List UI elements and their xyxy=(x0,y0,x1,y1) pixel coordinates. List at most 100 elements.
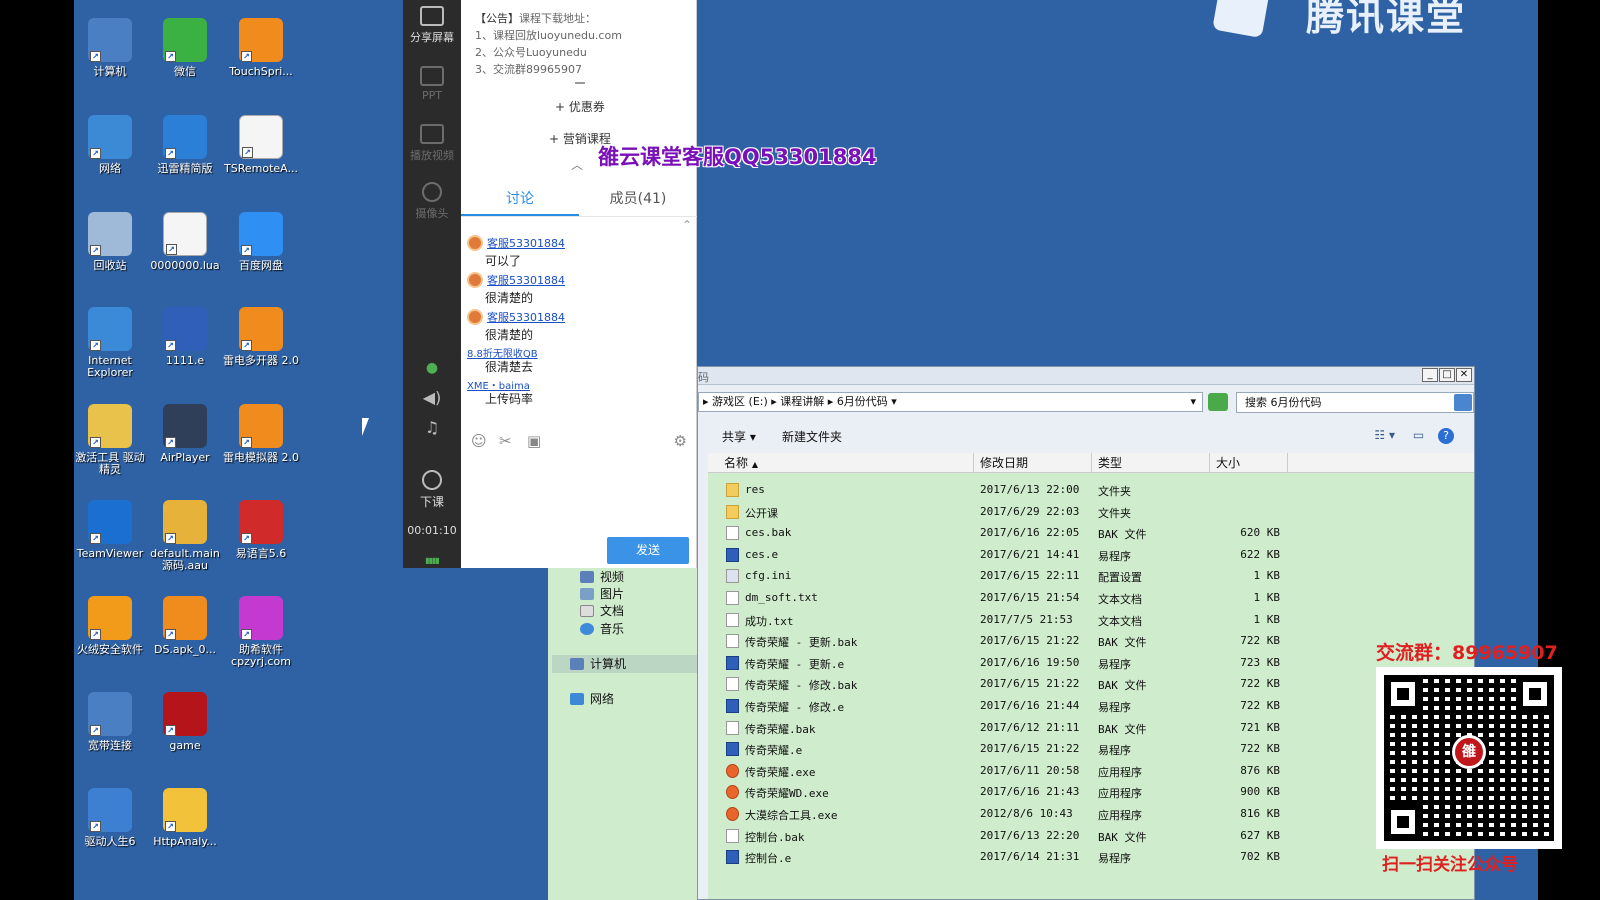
desktop-icon[interactable]: ↗ 驱动人生6 xyxy=(74,788,149,848)
end-class-button[interactable]: 下课 xyxy=(403,470,461,510)
desktop-icon-label: DS.apk_0... xyxy=(153,643,217,656)
file-row[interactable]: 传奇荣耀 - 更新.bak 2017/6/15 21:22 BAK 文件 722 KB xyxy=(708,630,1474,652)
search-icon[interactable] xyxy=(1454,394,1472,411)
file-row[interactable]: 传奇荣耀.exe 2017/6/11 20:58 应用程序 876 KB xyxy=(708,760,1474,782)
desktop-icon[interactable]: ↗ game xyxy=(146,692,224,752)
message-link[interactable]: XME・baima xyxy=(467,377,691,392)
desktop-icon[interactable]: ↗ 计算机 xyxy=(74,18,149,78)
column-type[interactable]: 类型 xyxy=(1092,453,1210,473)
message-author[interactable]: 客服53301884 xyxy=(467,308,691,326)
emoji-icon[interactable]: ☺ xyxy=(471,432,487,450)
refresh-icon[interactable] xyxy=(1208,393,1228,411)
file-row[interactable]: 传奇荣耀 - 修改.e 2017/6/16 21:44 易程序 722 KB xyxy=(708,695,1474,717)
breadcrumb-item[interactable]: 6月份代码 xyxy=(837,395,888,408)
file-row[interactable]: 成功.txt 2017/7/5 21:53 文本文档 1 KB xyxy=(708,609,1474,631)
file-row[interactable]: 公开课 2017/6/29 22:03 文件夹 xyxy=(708,501,1474,523)
nav-item-music[interactable]: 音乐 xyxy=(580,620,624,637)
desktop-icon[interactable]: ↗ 雷电模拟器 2.0 xyxy=(222,404,300,464)
file-row[interactable]: 传奇荣耀 - 修改.bak 2017/6/15 21:22 BAK 文件 722 KB xyxy=(708,673,1474,695)
desktop-icon[interactable]: ↗ AirPlayer xyxy=(146,404,224,464)
desktop-icon[interactable]: ↗ 回收站 xyxy=(74,212,149,272)
image-icon[interactable]: ▣ xyxy=(527,432,541,450)
tab-discussion[interactable]: 讨论 xyxy=(461,183,579,216)
file-row[interactable]: 传奇荣耀.e 2017/6/15 21:22 易程序 722 KB xyxy=(708,738,1474,760)
file-row[interactable]: 控制台.e 2017/6/14 21:31 易程序 702 KB xyxy=(708,846,1474,868)
desktop-icon[interactable]: ↗ 助希软件 cpzyrj.com xyxy=(222,596,300,668)
desktop-icon[interactable]: ↗ TouchSpri... xyxy=(222,18,300,78)
desktop-icon[interactable]: ↗ 雷电多开器 2.0 xyxy=(222,307,300,367)
address-bar[interactable]: ▸ 游戏区 (E:) ▸ 课程讲解 ▸ 6月份代码 ▾ ▾ xyxy=(698,392,1203,412)
gear-icon[interactable]: ⚙ xyxy=(674,432,687,450)
file-row[interactable]: ces.e 2017/6/21 14:41 易程序 622 KB xyxy=(708,544,1474,566)
file-row[interactable]: 传奇荣耀WD.exe 2017/6/16 21:43 应用程序 900 KB xyxy=(708,781,1474,803)
desktop-icon[interactable]: ↗ 0000000.lua xyxy=(146,212,224,272)
column-date[interactable]: 修改日期 xyxy=(974,453,1092,473)
desktop-icon[interactable]: ↗ TeamViewer xyxy=(74,500,149,560)
coupon-button[interactable]: + 优惠券 xyxy=(555,98,605,115)
chevron-down-icon[interactable]: ▾ xyxy=(1190,393,1196,411)
desktop-icon[interactable]: ↗ TSRemoteA... xyxy=(222,115,300,175)
maximize-button[interactable]: □ xyxy=(1439,368,1455,382)
message-author[interactable]: 客服53301884 xyxy=(467,271,691,289)
share-screen-button[interactable]: 分享屏幕 xyxy=(403,6,461,45)
desktop-icon[interactable]: ↗ 网络 xyxy=(74,115,149,175)
collapse-up-icon[interactable]: ⌃ xyxy=(682,218,692,232)
file-row[interactable]: dm_soft.txt 2017/6/15 21:54 文本文档 1 KB xyxy=(708,587,1474,609)
message-author[interactable]: 客服53301884 xyxy=(467,234,691,252)
nav-item-videos[interactable]: 视频 xyxy=(580,568,624,585)
desktop-icon[interactable]: ↗ 1111.e xyxy=(146,307,224,367)
new-folder-button[interactable]: 新建文件夹 xyxy=(782,428,842,445)
explorer-title-bar[interactable]: 码 _ □ ✕ xyxy=(698,367,1474,385)
desktop-icon[interactable]: ↗ 火绒安全软件 xyxy=(74,596,149,656)
preview-pane-icon[interactable]: ▭ xyxy=(1413,428,1424,442)
desktop-icon[interactable]: ↗ 宽带连接 xyxy=(74,692,149,752)
desktop-icon[interactable]: ↗ 百度网盘 xyxy=(222,212,300,272)
file-row[interactable]: 传奇荣耀 - 更新.e 2017/6/16 19:50 易程序 723 KB xyxy=(708,652,1474,674)
message-link[interactable]: 8.8折无限收QB xyxy=(467,345,691,360)
desktop-icon[interactable]: ↗ 微信 xyxy=(146,18,224,78)
music-icon[interactable]: ♫ xyxy=(403,418,461,437)
file-row[interactable]: 传奇荣耀.bak 2017/6/12 21:11 BAK 文件 721 KB xyxy=(708,717,1474,739)
chevron-up-icon[interactable]: ︿ xyxy=(571,156,583,173)
column-size[interactable]: 大小 xyxy=(1210,453,1288,473)
file-row[interactable]: 大漠综合工具.exe 2012/8/6 10:43 应用程序 816 KB xyxy=(708,803,1474,825)
mic-icon[interactable]: ● xyxy=(403,360,461,376)
minimize-button[interactable]: _ xyxy=(1422,368,1438,382)
desktop-icon[interactable]: ↗ HttpAnaly... xyxy=(146,788,224,848)
tab-members[interactable]: 成员(41) xyxy=(579,183,697,216)
desktop-icon[interactable]: ↗ Internet Explorer xyxy=(74,307,149,379)
column-name[interactable]: 名称 ▲ xyxy=(708,453,974,473)
play-video-button[interactable]: 播放视频 xyxy=(403,124,461,163)
ppt-button[interactable]: PPT xyxy=(403,66,461,102)
help-icon[interactable]: ? xyxy=(1438,428,1454,444)
nav-item-network[interactable]: 网络 xyxy=(570,690,614,707)
file-row[interactable]: cfg.ini 2017/6/15 22:11 配置设置 1 KB xyxy=(708,565,1474,587)
desktop-icon[interactable]: ↗ 激活工具 驱动精灵 xyxy=(74,404,149,476)
close-button[interactable]: ✕ xyxy=(1456,368,1472,382)
file-row[interactable]: 控制台.bak 2017/6/13 22:20 BAK 文件 627 KB xyxy=(708,825,1474,847)
search-input[interactable]: 搜索 6月份代码 xyxy=(1236,392,1474,413)
collapse-dash-icon[interactable] xyxy=(575,82,585,84)
desktop-icon[interactable]: ↗ DS.apk_0... xyxy=(146,596,224,656)
view-list-icon[interactable]: ☷ ▾ xyxy=(1374,428,1395,442)
breadcrumb-item[interactable]: 游戏区 (E:) xyxy=(712,395,768,408)
speaker-icon[interactable]: ◀) xyxy=(403,388,461,407)
breadcrumb-item[interactable]: 课程讲解 xyxy=(780,395,824,408)
desktop-icon[interactable]: ↗ 易语言5.6 xyxy=(222,500,300,560)
broadband-icon: ↗ xyxy=(88,692,132,736)
scissors-icon[interactable]: ✂ xyxy=(499,432,512,450)
nav-item-computer[interactable]: 计算机 xyxy=(570,655,626,672)
camera-button[interactable]: 摄像头 xyxy=(403,182,461,221)
nav-item-pictures[interactable]: 图片 xyxy=(580,585,624,602)
chat-input[interactable] xyxy=(465,458,693,534)
file-row[interactable]: ces.bak 2017/6/16 22:05 BAK 文件 620 KB xyxy=(708,522,1474,544)
file-name: 大漠综合工具.exe xyxy=(745,809,838,822)
nav-item-documents[interactable]: 文档 xyxy=(580,602,624,619)
send-button[interactable]: 发送 xyxy=(607,537,689,564)
driver-life-icon: ↗ xyxy=(88,788,132,832)
desktop-icon[interactable]: ↗ 迅雷精简版 xyxy=(146,115,224,175)
file-row[interactable]: res 2017/6/13 22:00 文件夹 xyxy=(708,479,1474,501)
desktop-icon[interactable]: ↗ default.main 源码.aau xyxy=(146,500,224,572)
share-menu-button[interactable]: 共享 ▾ xyxy=(722,428,756,445)
desktop-icon-label: TeamViewer xyxy=(76,547,144,560)
